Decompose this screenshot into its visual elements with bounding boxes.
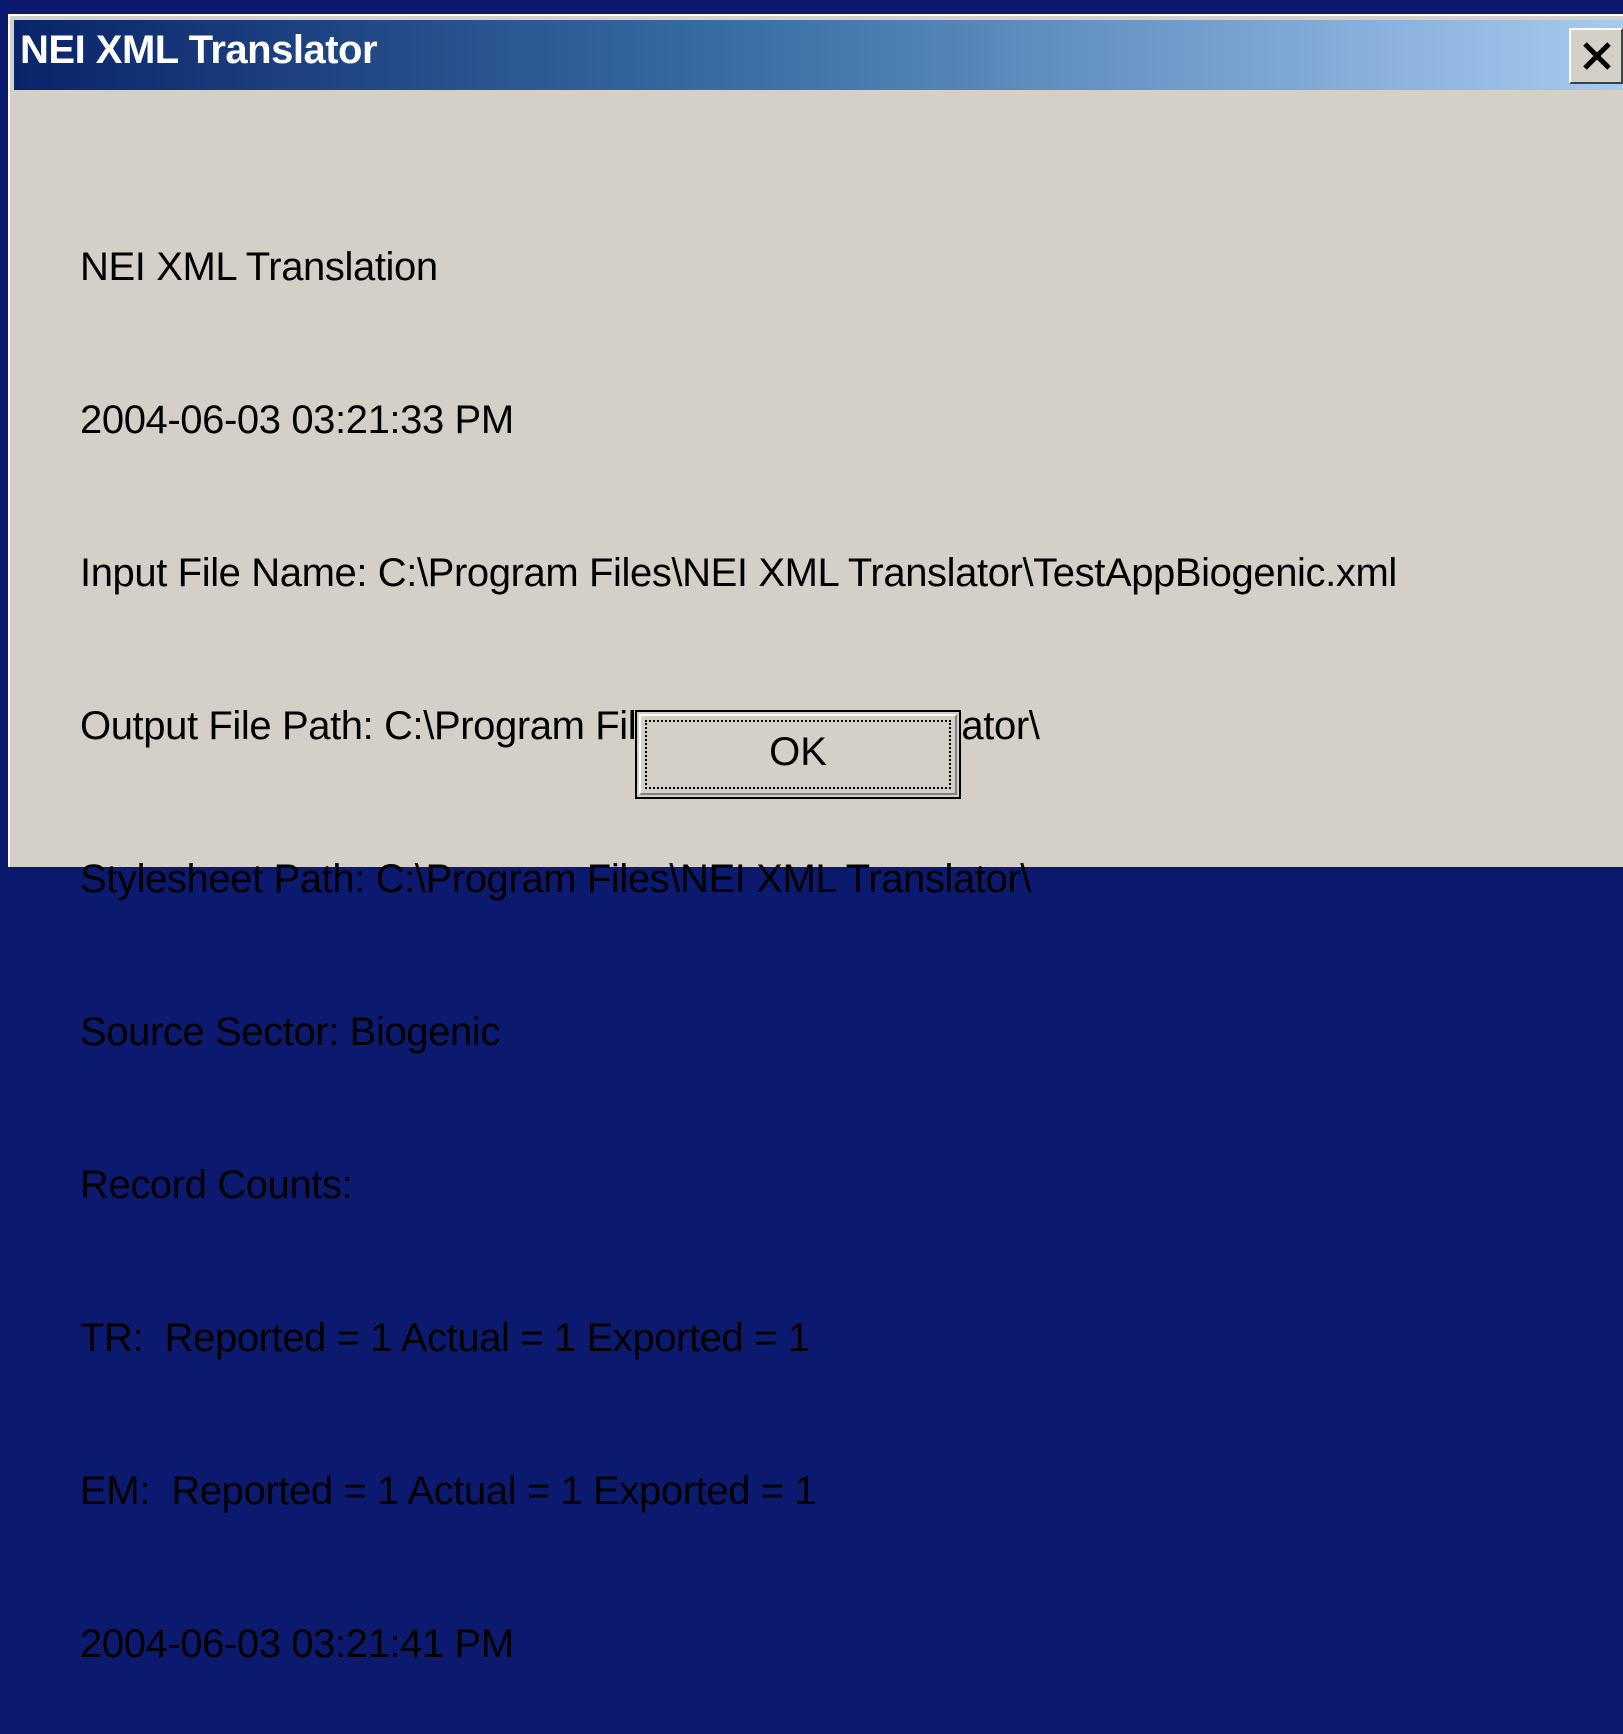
message-text: NEI XML Translation 2004-06-03 03:21:33 …: [80, 140, 1397, 1734]
window-title: NEI XML Translator: [20, 28, 378, 72]
input-file-name: Input File Name: C:\Program Files\NEI XM…: [80, 551, 1397, 595]
em-record-counts: EM: Reported = 1 Actual = 1 Exported = 1: [80, 1469, 817, 1513]
source-sector: Source Sector: Biogenic: [80, 1010, 500, 1054]
start-timestamp: 2004-06-03 03:21:33 PM: [80, 398, 514, 442]
end-timestamp: 2004-06-03 03:21:41 PM: [80, 1622, 514, 1666]
ok-button-label: OK: [769, 730, 827, 774]
record-counts-label: Record Counts:: [80, 1163, 353, 1207]
close-icon: [1583, 42, 1611, 70]
stylesheet-path: Stylesheet Path: C:\Program Files\NEI XM…: [80, 857, 1032, 901]
message-dialog: NEI XML Translator NEI XML Translation 2…: [8, 14, 1623, 1666]
tr-record-counts: TR: Reported = 1 Actual = 1 Exported = 1: [80, 1316, 810, 1360]
title-bar[interactable]: NEI XML Translator: [14, 20, 1623, 90]
ok-button[interactable]: OK: [635, 710, 961, 799]
message-heading: NEI XML Translation: [80, 245, 438, 289]
close-button[interactable]: [1569, 28, 1623, 84]
